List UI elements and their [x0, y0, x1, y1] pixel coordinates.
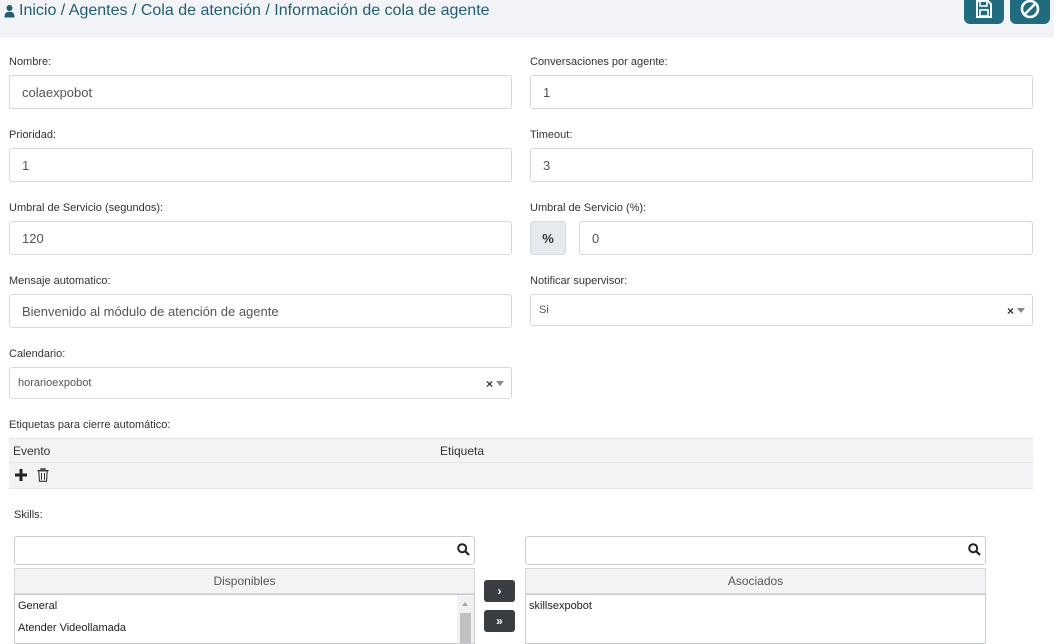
associated-header: Asociados: [525, 568, 986, 594]
move-all-button[interactable]: »: [484, 610, 515, 632]
plus-icon[interactable]: [15, 469, 27, 481]
search-icon: [457, 543, 470, 556]
associated-search-input[interactable]: [525, 536, 986, 565]
prioridad-label: Prioridad:: [9, 129, 57, 141]
umbral-porcentaje-label: Umbral de Servicio (%):: [530, 202, 647, 214]
umbral-segundos-label: Umbral de Servicio (segundos):: [9, 202, 164, 214]
etiquetas-label: Etiquetas para cierre automático:: [9, 419, 171, 431]
skills-label: Skills:: [14, 509, 43, 521]
save-icon: [976, 0, 992, 18]
umbral-segundos-input[interactable]: 120: [9, 221, 512, 255]
conversaciones-label: Conversaciones por agente:: [530, 56, 668, 68]
trash-icon[interactable]: [37, 468, 49, 482]
percent-addon: %: [530, 221, 566, 255]
caret-down-icon[interactable]: [496, 381, 504, 386]
available-header: Disponibles: [14, 568, 475, 594]
top-bar: Inicio / Agentes / Cola de atención / In…: [0, 0, 1054, 38]
cancel-button[interactable]: [1010, 0, 1050, 24]
column-evento[interactable]: Evento: [13, 444, 50, 458]
move-selected-button[interactable]: ›: [484, 580, 515, 602]
column-etiqueta[interactable]: Etiqueta: [440, 444, 484, 458]
conversaciones-input[interactable]: 1: [530, 75, 1033, 109]
associated-list[interactable]: skillsexpobot: [525, 594, 986, 644]
save-button[interactable]: [964, 0, 1004, 24]
list-item[interactable]: General: [15, 595, 474, 617]
breadcrumb-text[interactable]: Inicio / Agentes / Cola de atención / In…: [19, 2, 490, 20]
etiquetas-grid-toolbar: [9, 463, 1033, 489]
breadcrumb: Inicio / Agentes / Cola de atención / In…: [4, 1, 490, 21]
list-item[interactable]: skillsexpobot: [526, 595, 985, 617]
nombre-label: Nombre:: [9, 56, 52, 68]
notificar-select[interactable]: Si ×: [530, 294, 1033, 326]
ban-icon: [1020, 0, 1040, 19]
timeout-input[interactable]: 3: [530, 148, 1033, 182]
clear-icon[interactable]: ×: [1007, 304, 1014, 318]
nombre-input[interactable]: colaexpobot: [9, 75, 512, 109]
timeout-label: Timeout:: [530, 129, 573, 141]
mensaje-label: Mensaje automatico:: [9, 275, 111, 287]
etiquetas-grid-header: Evento Etiqueta: [9, 438, 1033, 463]
calendario-label: Calendario:: [9, 348, 66, 360]
scroll-up-icon[interactable]: [462, 602, 468, 606]
notificar-label: Notificar supervisor:: [530, 275, 628, 287]
clear-icon[interactable]: ×: [486, 377, 493, 391]
scrollbar-thumb[interactable]: [460, 613, 471, 643]
caret-down-icon[interactable]: [1017, 308, 1025, 313]
calendario-value: horarioexpobot: [18, 377, 92, 389]
search-icon: [968, 543, 981, 556]
user-icon: [4, 4, 15, 18]
notificar-value: Si: [539, 304, 549, 316]
available-search-input[interactable]: [14, 536, 475, 565]
umbral-porcentaje-input[interactable]: 0: [579, 221, 1033, 255]
available-list[interactable]: General Atender Videollamada: [14, 594, 475, 644]
prioridad-input[interactable]: 1: [9, 148, 512, 182]
calendario-select[interactable]: horarioexpobot ×: [9, 367, 512, 399]
mensaje-input[interactable]: Bienvenido al módulo de atención de agen…: [9, 294, 512, 328]
